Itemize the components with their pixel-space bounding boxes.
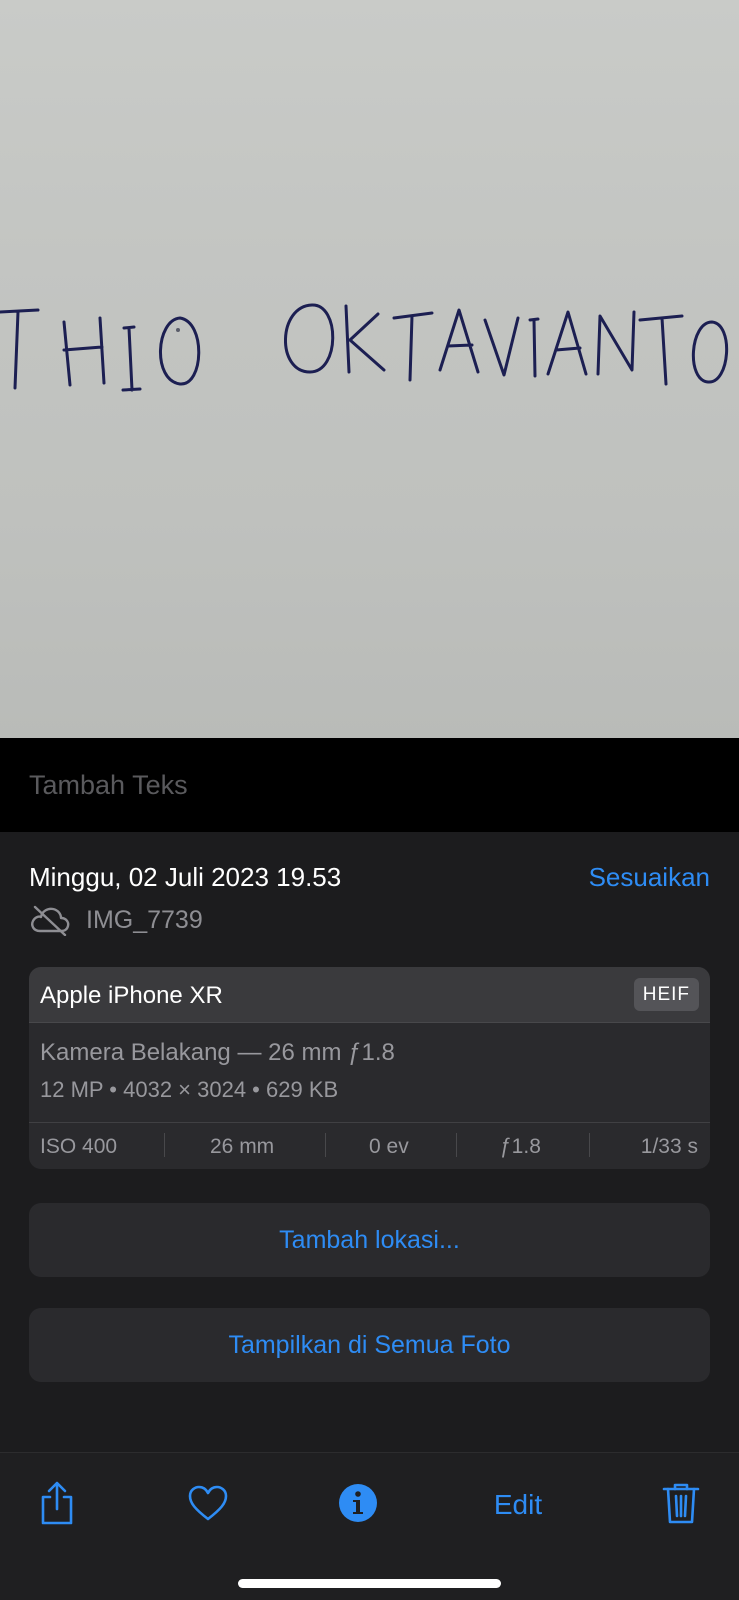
- format-badge: HEIF: [633, 978, 699, 1011]
- aperture-value: ƒ1.8: [500, 1135, 541, 1158]
- exif-separator: [325, 1133, 326, 1157]
- device-name: Apple iPhone XR: [40, 982, 223, 1009]
- info-button[interactable]: [334, 1477, 382, 1533]
- exif-separator: [589, 1133, 590, 1157]
- delete-button[interactable]: [657, 1477, 705, 1533]
- photo-date: Minggu, 02 Juli 2023 19.53: [29, 862, 342, 892]
- file-name: IMG_7739: [86, 906, 203, 934]
- show-all-photos-button[interactable]: Tampilkan di Semua Foto: [29, 1308, 710, 1382]
- info-panel: Minggu, 02 Juli 2023 19.53 Sesuaikan IMG…: [0, 832, 739, 1452]
- add-location-button[interactable]: Tambah lokasi...: [29, 1203, 710, 1277]
- edit-button[interactable]: Edit: [482, 1477, 554, 1533]
- shutter-value: 1/33 s: [640, 1135, 698, 1158]
- iso-value: ISO 400: [40, 1135, 118, 1158]
- info-icon: [338, 1483, 378, 1528]
- exif-header: Apple iPhone XR HEIF: [29, 967, 710, 1023]
- heart-icon: [187, 1484, 229, 1527]
- home-indicator: [238, 1579, 501, 1588]
- exposure-value: 0 ev: [369, 1135, 409, 1158]
- exif-card: Apple iPhone XR HEIF Kamera Belakang — 2…: [29, 967, 710, 1169]
- caption-placeholder[interactable]: Tambah Teks: [29, 770, 188, 801]
- lens-info: Kamera Belakang — 26 mm ƒ1.8: [40, 1039, 395, 1066]
- image-specs: 12 MP • 4032 × 3024 • 629 KB: [40, 1077, 339, 1102]
- trash-icon: [662, 1481, 700, 1530]
- share-button[interactable]: [33, 1477, 81, 1533]
- photo-view[interactable]: [0, 0, 739, 738]
- exif-values-row: ISO 400 26 mm 0 ev ƒ1.8 1/33 s: [29, 1123, 710, 1169]
- cloud-off-icon: [29, 904, 71, 937]
- exif-separator: [164, 1133, 165, 1157]
- favorite-button[interactable]: [184, 1477, 232, 1533]
- adjust-date-button[interactable]: Sesuaikan: [589, 862, 710, 893]
- caption-bar[interactable]: Tambah Teks: [0, 738, 739, 832]
- edit-label: Edit: [493, 1489, 543, 1520]
- share-icon: [37, 1480, 77, 1531]
- focal-length-value: 26 mm: [210, 1135, 275, 1158]
- bottom-toolbar: Edit: [0, 1452, 739, 1600]
- exif-separator: [456, 1133, 457, 1157]
- handwritten-name-image: [0, 303, 729, 392]
